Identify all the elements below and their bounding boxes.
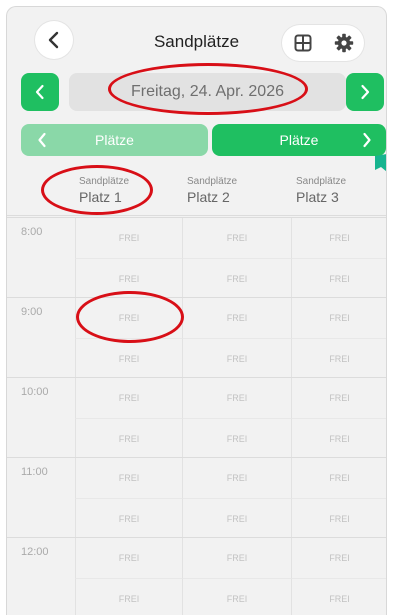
time-slot[interactable]: FREI <box>75 338 183 378</box>
hour-row: 12:00 FREI FREI FREI FREI FREI FREI <box>7 537 386 615</box>
time-label: 12:00 <box>21 546 49 558</box>
hour-row: 9:00 FREI FREI FREI FREI FREI FREI <box>7 297 386 378</box>
chevron-left-icon <box>38 132 46 148</box>
schedule-grid: 8:00 FREI FREI FREI FREI FREI FREI 9:00 FREI FREI… <box>7 217 386 615</box>
time-slot[interactable]: FREI <box>75 498 183 538</box>
chevron-right-icon <box>363 132 371 148</box>
time-slot[interactable]: FREI <box>292 458 386 498</box>
date-display[interactable]: Freitag, 24. Apr. 2026 <box>69 73 346 111</box>
time-slot[interactable]: FREI <box>292 378 386 418</box>
time-slot[interactable]: FREI <box>292 298 386 338</box>
time-slot[interactable]: FREI <box>292 498 386 538</box>
hour-row: 11:00 FREI FREI FREI FREI FREI FREI <box>7 457 386 538</box>
time-slot[interactable]: FREI <box>75 578 183 615</box>
time-slot[interactable]: FREI <box>292 418 386 458</box>
time-slot[interactable]: FREI <box>75 298 183 338</box>
time-slot[interactable]: FREI <box>75 378 183 418</box>
time-slot[interactable]: FREI <box>183 458 292 498</box>
previous-courts-button[interactable]: Plätze <box>21 124 208 156</box>
column-header-platz-3: Sandplätze Platz 3 <box>292 166 386 216</box>
column-header-platz-2: Sandplätze Platz 2 <box>183 166 292 216</box>
time-label: 9:00 <box>21 306 43 318</box>
court-navigation: Plätze Plätze <box>21 124 386 156</box>
previous-day-button[interactable] <box>21 73 59 111</box>
grid-view-button[interactable] <box>289 29 317 57</box>
column-header-platz-1: Sandplätze Platz 1 <box>75 166 183 216</box>
column-category: Sandplätze <box>187 176 238 187</box>
time-slot[interactable]: FREI <box>292 578 386 615</box>
time-slot[interactable]: FREI <box>183 298 292 338</box>
app-frame: Sandplätze Freitag, 24. Apr. 2026 Plätze… <box>6 6 387 615</box>
time-slot[interactable]: FREI <box>183 538 292 578</box>
time-slot[interactable]: FREI <box>75 218 183 258</box>
time-label: 8:00 <box>21 226 43 238</box>
column-category: Sandplätze <box>79 176 130 187</box>
chevron-left-icon <box>35 84 44 100</box>
grid-view-icon <box>294 34 311 52</box>
time-label: 10:00 <box>21 386 49 398</box>
header-actions <box>282 25 364 61</box>
time-slot[interactable]: FREI <box>183 258 292 298</box>
next-courts-button[interactable]: Plätze <box>212 124 386 156</box>
time-slot[interactable]: FREI <box>183 338 292 378</box>
time-slot[interactable]: FREI <box>292 218 386 258</box>
time-slot[interactable]: FREI <box>183 218 292 258</box>
app-header: Sandplätze <box>7 7 386 71</box>
next-courts-label: Plätze <box>279 132 319 148</box>
hour-row: 10:00 FREI FREI FREI FREI FREI FREI <box>7 377 386 458</box>
next-day-button[interactable] <box>346 73 384 111</box>
time-slot[interactable]: FREI <box>183 498 292 538</box>
column-name: Platz 1 <box>79 189 122 205</box>
time-slot[interactable]: FREI <box>183 578 292 615</box>
time-slot[interactable]: FREI <box>75 538 183 578</box>
time-slot[interactable]: FREI <box>75 458 183 498</box>
previous-courts-label: Plätze <box>95 132 134 148</box>
time-slot[interactable]: FREI <box>292 338 386 378</box>
date-navigation: Freitag, 24. Apr. 2026 <box>7 73 386 113</box>
chevron-right-icon <box>361 84 370 100</box>
date-label: Freitag, 24. Apr. 2026 <box>131 83 284 100</box>
time-slot[interactable]: FREI <box>183 378 292 418</box>
time-label: 11:00 <box>21 466 48 478</box>
time-slot[interactable]: FREI <box>292 258 386 298</box>
column-name: Platz 3 <box>296 189 339 205</box>
time-slot[interactable]: FREI <box>292 538 386 578</box>
time-slot[interactable]: FREI <box>183 418 292 458</box>
time-slot[interactable]: FREI <box>75 418 183 458</box>
gear-icon <box>334 33 353 53</box>
court-header-row: Sandplätze Platz 1 Sandplätze Platz 2 Sa… <box>7 166 386 216</box>
hour-row: 8:00 FREI FREI FREI FREI FREI FREI <box>7 217 386 298</box>
column-name: Platz 2 <box>187 189 230 205</box>
settings-button[interactable] <box>330 29 358 57</box>
column-category: Sandplätze <box>296 176 347 187</box>
time-slot[interactable]: FREI <box>75 258 183 298</box>
